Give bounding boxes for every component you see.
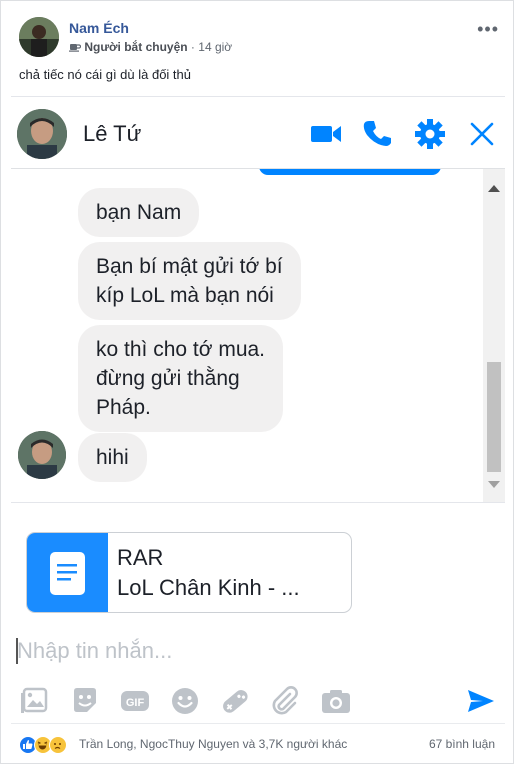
- chat-screenshot: Lê Tứ bạn Nam Bạn bí mật gửi tớ bí kíp L…: [11, 96, 505, 724]
- message-text: bạn Nam: [96, 201, 182, 224]
- message-bubble: hihi: [78, 433, 147, 482]
- chat-scrollbar[interactable]: [483, 169, 505, 502]
- message-bubble: ko thì cho tớ mua. đừng gửi thằng Pháp.: [78, 325, 284, 432]
- video-camera-icon[interactable]: [309, 117, 343, 151]
- message-line: Bạn bí mật gửi tớ bí: [96, 255, 283, 278]
- sticker-icon[interactable]: [69, 685, 101, 717]
- reaction-icons[interactable]: [19, 736, 77, 754]
- post-header: Nam Éch Người bắt chuyện · 14 giờ •••: [19, 17, 503, 59]
- scroll-up-icon[interactable]: [488, 185, 500, 192]
- close-icon[interactable]: [465, 117, 499, 151]
- svg-text:GIF: GIF: [126, 697, 145, 709]
- gif-icon[interactable]: GIF: [119, 685, 151, 717]
- image-icon[interactable]: [19, 685, 51, 717]
- more-options-icon[interactable]: •••: [477, 19, 499, 40]
- post-time[interactable]: 14 giờ: [198, 40, 232, 54]
- attachment-type: RAR: [117, 545, 164, 570]
- message-line: đừng gửi thằng: [96, 367, 240, 390]
- message-bubble: Bạn bí mật gửi tớ bí kíp LoL mà bạn nói: [78, 242, 301, 320]
- emoji-icon[interactable]: [169, 685, 201, 717]
- meta-separator: ·: [190, 40, 195, 54]
- message-line: ko thì cho tớ mua.: [96, 338, 266, 361]
- compose-area: RAR LoL Chân Kinh - ... Nhập tin nhắn...…: [11, 502, 505, 724]
- message-bubble: bạn Nam: [78, 188, 200, 237]
- contact-avatar[interactable]: [17, 109, 67, 159]
- game-icon[interactable]: [219, 685, 251, 717]
- camera-icon[interactable]: [320, 685, 352, 717]
- post-meta: Người bắt chuyện · 14 giờ: [69, 40, 232, 54]
- post-text: chả tiếc nó cái gì dù là đối thủ: [19, 67, 192, 82]
- comments-count[interactable]: 67 bình luận: [429, 737, 495, 751]
- message-text: hihi: [96, 446, 129, 469]
- gear-icon[interactable]: [413, 117, 447, 151]
- chat-header: Lê Tứ: [11, 97, 505, 169]
- paperclip-icon[interactable]: [269, 685, 301, 717]
- document-icon: [27, 533, 108, 612]
- message-line: kíp LoL mà bạn nói: [96, 284, 274, 307]
- sad-icon: [49, 736, 67, 754]
- coffee-icon: [69, 40, 84, 54]
- scroll-thumb[interactable]: [487, 362, 501, 472]
- contact-name: Lê Tứ: [83, 121, 142, 146]
- message-input[interactable]: [17, 636, 317, 666]
- message-list[interactable]: bạn Nam Bạn bí mật gửi tớ bí kíp LoL mà …: [11, 169, 505, 502]
- message-line: Pháp.: [96, 396, 151, 419]
- attachment-name: LoL Chân Kinh - ...: [117, 575, 300, 600]
- contact-avatar-small: [18, 431, 66, 479]
- scroll-down-icon[interactable]: [488, 481, 500, 488]
- reactors-text[interactable]: Trần Long, NgocThuy Nguyen và 3,7K người…: [79, 737, 347, 751]
- phone-icon[interactable]: [361, 117, 395, 151]
- reactions-bar: Trần Long, NgocThuy Nguyen và 3,7K người…: [11, 723, 505, 763]
- facebook-post: Nam Éch Người bắt chuyện · 14 giờ ••• ch…: [0, 0, 514, 764]
- file-attachment[interactable]: RAR LoL Chân Kinh - ...: [26, 532, 352, 613]
- author-name[interactable]: Nam Éch: [69, 20, 129, 36]
- previous-message-bubble: [259, 169, 441, 175]
- author-avatar[interactable]: [19, 17, 59, 57]
- send-icon[interactable]: [465, 685, 497, 717]
- author-role: Người bắt chuyện: [84, 40, 188, 54]
